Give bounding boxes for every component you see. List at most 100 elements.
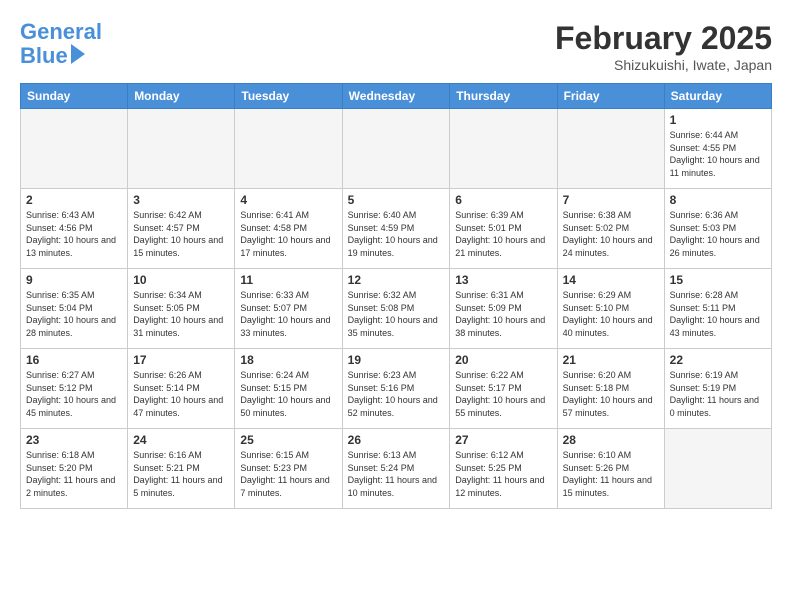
- day-info: Sunrise: 6:18 AM Sunset: 5:20 PM Dayligh…: [26, 449, 122, 499]
- table-row: 14 Sunrise: 6:29 AM Sunset: 5:10 PM Dayli…: [557, 269, 664, 349]
- table-row: 17 Sunrise: 6:26 AM Sunset: 5:14 PM Dayli…: [128, 349, 235, 429]
- calendar-week-row: 9Sunrise: 6:35 AM Sunset: 5:04 PM Daylig…: [21, 269, 772, 349]
- day-number: 25: [240, 433, 336, 447]
- day-number: 26: [348, 433, 445, 447]
- table-row: [450, 109, 557, 189]
- table-row: 6Sunrise: 6:39 AM Sunset: 5:01 PM Daylig…: [450, 189, 557, 269]
- table-row: 10 Sunrise: 6:34 AM Sunset: 5:05 PM Dayli…: [128, 269, 235, 349]
- day-number: 18: [240, 353, 336, 367]
- table-row: [557, 109, 664, 189]
- table-row: 7 Sunrise: 6:38 AM Sunset: 5:02 PM Daylig…: [557, 189, 664, 269]
- calendar-week-row: 2Sunrise: 6:43 AM Sunset: 4:56 PM Daylig…: [21, 189, 772, 269]
- day-info: Sunrise: 6:35 AM Sunset: 5:04 PM Dayligh…: [26, 289, 122, 339]
- day-number: 11: [240, 273, 336, 287]
- day-number: 16: [26, 353, 122, 367]
- location: Shizukuishi, Iwate, Japan: [555, 57, 772, 73]
- table-row: 2Sunrise: 6:43 AM Sunset: 4:56 PM Daylig…: [21, 189, 128, 269]
- header-monday: Monday: [128, 84, 235, 109]
- day-number: 2: [26, 193, 122, 207]
- table-row: 4Sunrise: 6:41 AM Sunset: 4:58 PM Daylig…: [235, 189, 342, 269]
- title-block: February 2025 Shizukuishi, Iwate, Japan: [555, 20, 772, 73]
- day-number: 8: [670, 193, 766, 207]
- day-number: 6: [455, 193, 551, 207]
- table-row: 27 Sunrise: 6:12 AM Sunset: 5:25 PM Dayli…: [450, 429, 557, 509]
- day-info: Sunrise: 6:29 AM Sunset: 5:10 PM Dayligh…: [563, 289, 659, 339]
- table-row: 11 Sunrise: 6:33 AM Sunset: 5:07 PM Dayli…: [235, 269, 342, 349]
- calendar-week-row: 16 Sunrise: 6:27 AM Sunset: 5:12 PM Dayli…: [21, 349, 772, 429]
- day-info: Sunrise: 6:22 AM Sunset: 5:17 PM Dayligh…: [455, 369, 551, 419]
- day-number: 17: [133, 353, 229, 367]
- header-saturday: Saturday: [664, 84, 771, 109]
- day-info: Sunrise: 6:44 AM Sunset: 4:55 PM Dayligh…: [670, 129, 766, 179]
- table-row: 21 Sunrise: 6:20 AM Sunset: 5:18 PM Dayli…: [557, 349, 664, 429]
- day-info: Sunrise: 6:34 AM Sunset: 5:05 PM Dayligh…: [133, 289, 229, 339]
- table-row: 18Sunrise: 6:24 AM Sunset: 5:15 PM Dayli…: [235, 349, 342, 429]
- logo: General Blue: [20, 20, 102, 68]
- day-info: Sunrise: 6:33 AM Sunset: 5:07 PM Dayligh…: [240, 289, 336, 339]
- day-number: 14: [563, 273, 659, 287]
- logo-arrow-icon: [71, 44, 85, 64]
- table-row: 8 Sunrise: 6:36 AM Sunset: 5:03 PM Daylig…: [664, 189, 771, 269]
- day-info: Sunrise: 6:36 AM Sunset: 5:03 PM Dayligh…: [670, 209, 766, 259]
- header-tuesday: Tuesday: [235, 84, 342, 109]
- header-thursday: Thursday: [450, 84, 557, 109]
- table-row: 28 Sunrise: 6:10 AM Sunset: 5:26 PM Dayli…: [557, 429, 664, 509]
- table-row: [21, 109, 128, 189]
- logo-blue: Blue: [20, 44, 68, 68]
- day-number: 22: [670, 353, 766, 367]
- day-number: 23: [26, 433, 122, 447]
- table-row: 15 Sunrise: 6:28 AM Sunset: 5:11 PM Dayli…: [664, 269, 771, 349]
- table-row: 1 Sunrise: 6:44 AM Sunset: 4:55 PM Daylig…: [664, 109, 771, 189]
- day-info: Sunrise: 6:26 AM Sunset: 5:14 PM Dayligh…: [133, 369, 229, 419]
- calendar-week-row: 1 Sunrise: 6:44 AM Sunset: 4:55 PM Daylig…: [21, 109, 772, 189]
- table-row: [342, 109, 450, 189]
- day-info: Sunrise: 6:10 AM Sunset: 5:26 PM Dayligh…: [563, 449, 659, 499]
- table-row: 22 Sunrise: 6:19 AM Sunset: 5:19 PM Dayli…: [664, 349, 771, 429]
- day-info: Sunrise: 6:32 AM Sunset: 5:08 PM Dayligh…: [348, 289, 445, 339]
- day-info: Sunrise: 6:19 AM Sunset: 5:19 PM Dayligh…: [670, 369, 766, 419]
- table-row: 12 Sunrise: 6:32 AM Sunset: 5:08 PM Dayli…: [342, 269, 450, 349]
- table-row: 23 Sunrise: 6:18 AM Sunset: 5:20 PM Dayli…: [21, 429, 128, 509]
- calendar-header-row: Sunday Monday Tuesday Wednesday Thursday…: [21, 84, 772, 109]
- table-row: 3Sunrise: 6:42 AM Sunset: 4:57 PM Daylig…: [128, 189, 235, 269]
- day-number: 13: [455, 273, 551, 287]
- day-number: 15: [670, 273, 766, 287]
- page-header: General Blue February 2025 Shizukuishi, …: [20, 20, 772, 73]
- day-info: Sunrise: 6:12 AM Sunset: 5:25 PM Dayligh…: [455, 449, 551, 499]
- table-row: 19 Sunrise: 6:23 AM Sunset: 5:16 PM Dayli…: [342, 349, 450, 429]
- table-row: 5 Sunrise: 6:40 AM Sunset: 4:59 PM Daylig…: [342, 189, 450, 269]
- table-row: 16 Sunrise: 6:27 AM Sunset: 5:12 PM Dayli…: [21, 349, 128, 429]
- calendar-table: Sunday Monday Tuesday Wednesday Thursday…: [20, 83, 772, 509]
- table-row: 24Sunrise: 6:16 AM Sunset: 5:21 PM Dayli…: [128, 429, 235, 509]
- day-info: Sunrise: 6:23 AM Sunset: 5:16 PM Dayligh…: [348, 369, 445, 419]
- day-number: 12: [348, 273, 445, 287]
- day-number: 19: [348, 353, 445, 367]
- day-number: 28: [563, 433, 659, 447]
- day-number: 1: [670, 113, 766, 127]
- logo-general: General: [20, 19, 102, 44]
- day-number: 5: [348, 193, 445, 207]
- day-number: 27: [455, 433, 551, 447]
- day-number: 10: [133, 273, 229, 287]
- day-number: 4: [240, 193, 336, 207]
- logo-text: General: [20, 20, 102, 44]
- header-wednesday: Wednesday: [342, 84, 450, 109]
- table-row: [664, 429, 771, 509]
- day-info: Sunrise: 6:20 AM Sunset: 5:18 PM Dayligh…: [563, 369, 659, 419]
- day-number: 7: [563, 193, 659, 207]
- day-info: Sunrise: 6:15 AM Sunset: 5:23 PM Dayligh…: [240, 449, 336, 499]
- day-info: Sunrise: 6:31 AM Sunset: 5:09 PM Dayligh…: [455, 289, 551, 339]
- table-row: 13 Sunrise: 6:31 AM Sunset: 5:09 PM Dayli…: [450, 269, 557, 349]
- table-row: 26 Sunrise: 6:13 AM Sunset: 5:24 PM Dayli…: [342, 429, 450, 509]
- day-number: 20: [455, 353, 551, 367]
- day-info: Sunrise: 6:40 AM Sunset: 4:59 PM Dayligh…: [348, 209, 445, 259]
- header-sunday: Sunday: [21, 84, 128, 109]
- day-info: Sunrise: 6:13 AM Sunset: 5:24 PM Dayligh…: [348, 449, 445, 499]
- table-row: 20 Sunrise: 6:22 AM Sunset: 5:17 PM Dayli…: [450, 349, 557, 429]
- day-info: Sunrise: 6:27 AM Sunset: 5:12 PM Dayligh…: [26, 369, 122, 419]
- day-number: 21: [563, 353, 659, 367]
- day-info: Sunrise: 6:38 AM Sunset: 5:02 PM Dayligh…: [563, 209, 659, 259]
- day-info: Sunrise: 6:28 AM Sunset: 5:11 PM Dayligh…: [670, 289, 766, 339]
- day-number: 24: [133, 433, 229, 447]
- header-friday: Friday: [557, 84, 664, 109]
